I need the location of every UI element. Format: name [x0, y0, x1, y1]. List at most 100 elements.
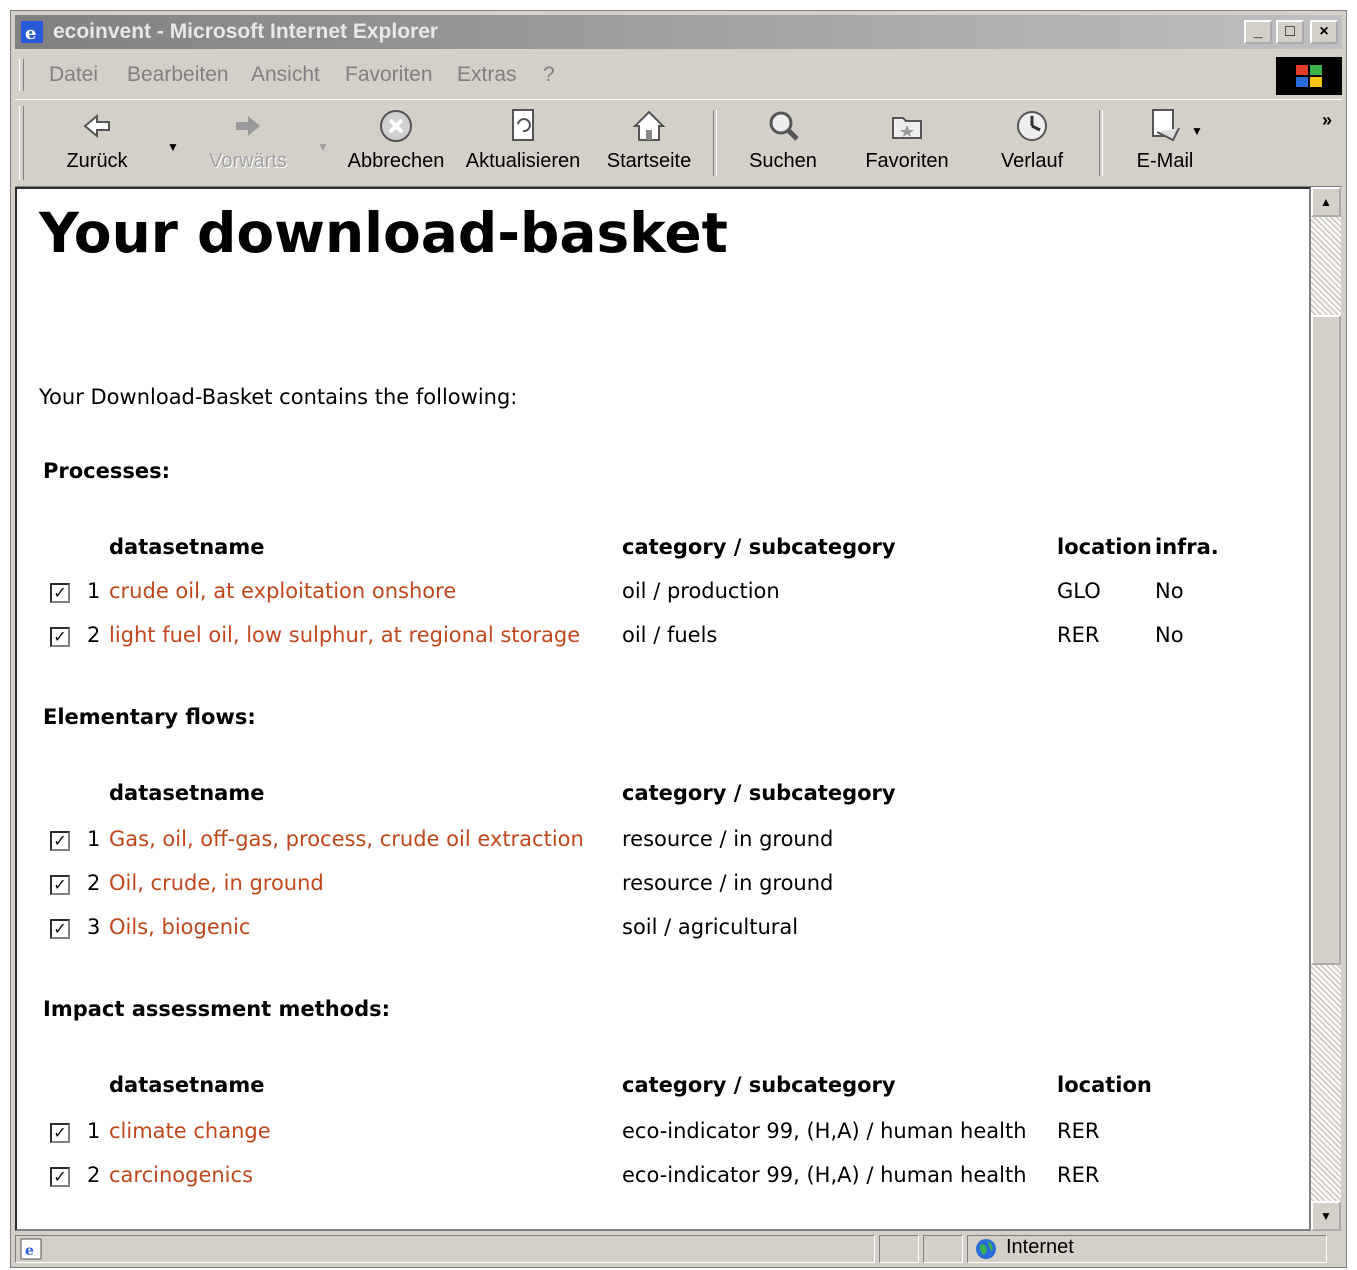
row-checkbox[interactable]: ✓: [50, 919, 70, 939]
row-checkbox[interactable]: ✓: [50, 627, 70, 647]
scroll-down-icon[interactable]: ▼: [1311, 1201, 1341, 1231]
table-row: ✓ 1 climate change eco-indicator 99, (H,…: [17, 1117, 1307, 1157]
processes-col-category: category / subcategory: [622, 535, 896, 559]
ie-icon: e: [21, 21, 43, 43]
mail-dropdown-icon[interactable]: ▼: [1191, 124, 1203, 138]
refresh-label: Aktualisieren: [465, 150, 581, 172]
flows-col-name: datasetname: [109, 781, 265, 805]
table-row: ✓ 2 light fuel oil, low sulphur, at regi…: [17, 621, 1307, 661]
dataset-link[interactable]: light fuel oil, low sulphur, at regional…: [109, 623, 580, 647]
flows-title: Elementary flows:: [43, 705, 256, 729]
processes-col-name: datasetname: [109, 535, 265, 559]
status-bar: e Internet: [15, 1233, 1342, 1265]
menu-favoriten[interactable]: Favoriten: [345, 63, 433, 87]
forward-arrow-icon: [236, 116, 260, 136]
dataset-link[interactable]: carcinogenics: [109, 1163, 253, 1187]
dataset-link[interactable]: Oils, biogenic: [109, 915, 250, 939]
page-title: Your download-basket: [39, 201, 728, 265]
close-button[interactable]: ×: [1310, 20, 1338, 44]
table-row: ✓ 1 crude oil, at exploitation onshore o…: [17, 577, 1307, 617]
mail-icon: [1152, 109, 1180, 142]
flows-col-category: category / subcategory: [622, 781, 896, 805]
row-infra: No: [1155, 623, 1184, 647]
refresh-button[interactable]: Aktualisieren: [461, 106, 585, 182]
search-label: Suchen: [749, 150, 817, 172]
stop-label: Abbrechen: [347, 150, 445, 172]
maximize-button[interactable]: □: [1276, 20, 1304, 44]
status-cell: [923, 1235, 963, 1263]
stop-icon: [380, 110, 412, 142]
refresh-icon: [512, 109, 534, 141]
stop-button[interactable]: Abbrechen: [341, 106, 451, 182]
back-button[interactable]: Zurück: [57, 106, 137, 182]
globe-icon: [976, 1239, 996, 1259]
toolbar-grip[interactable]: [19, 106, 24, 180]
scroll-up-icon[interactable]: ▲: [1311, 187, 1341, 217]
favorites-button[interactable]: Favoriten: [857, 106, 957, 182]
menu-grip[interactable]: [19, 59, 24, 91]
dataset-link[interactable]: Gas, oil, off-gas, process, crude oil ex…: [109, 827, 584, 851]
history-label: Verlauf: [1000, 150, 1064, 172]
row-number: 1: [87, 579, 101, 603]
row-checkbox[interactable]: ✓: [50, 875, 70, 895]
forward-dropdown-icon[interactable]: ▼: [317, 140, 329, 154]
home-icon: [632, 110, 666, 141]
row-number: 1: [87, 827, 101, 851]
status-zone: Internet: [967, 1235, 1327, 1263]
vertical-scrollbar[interactable]: ▲ ▼: [1311, 187, 1341, 1231]
browser-window: e ecoinvent - Microsoft Internet Explore…: [10, 10, 1347, 1268]
forward-label: Vorwärts: [209, 150, 287, 172]
mail-button[interactable]: E-Mail: [1123, 106, 1207, 182]
minimize-button[interactable]: _: [1244, 20, 1272, 44]
search-button[interactable]: Suchen: [741, 106, 825, 182]
home-button[interactable]: Startseite: [599, 106, 699, 182]
menu-datei[interactable]: Datei: [49, 63, 98, 87]
window-title: ecoinvent - Microsoft Internet Explorer: [53, 20, 439, 43]
toolbar: Zurück ▼ Vorwärts ▼ Abbrechen Aktualisie…: [15, 99, 1342, 187]
svg-text:e: e: [25, 23, 36, 43]
row-checkbox[interactable]: ✓: [50, 1123, 70, 1143]
row-checkbox[interactable]: ✓: [50, 583, 70, 603]
title-bar: e ecoinvent - Microsoft Internet Explore…: [15, 15, 1342, 49]
windows-logo: [1276, 57, 1342, 95]
back-dropdown-icon[interactable]: ▼: [167, 140, 179, 154]
methods-title: Impact assessment methods:: [43, 997, 391, 1021]
menu-bearbeiten[interactable]: Bearbeiten: [127, 63, 229, 87]
page-content: Your download-basket Your Download-Baske…: [15, 187, 1311, 1231]
menu-bar: Datei Bearbeiten Ansicht Favoriten Extra…: [15, 55, 1342, 95]
dataset-link[interactable]: crude oil, at exploitation onshore: [109, 579, 456, 603]
row-number: 2: [87, 1163, 101, 1187]
table-row: ✓ 2 Oil, crude, in ground resource / in …: [17, 869, 1307, 909]
status-zone-label: Internet: [1006, 1236, 1074, 1258]
methods-col-name: datasetname: [109, 1073, 265, 1097]
more-chevron-icon[interactable]: »: [1322, 110, 1332, 131]
favorites-label: Favoriten: [865, 150, 949, 172]
row-location: GLO: [1057, 579, 1101, 603]
row-location: RER: [1057, 1163, 1100, 1187]
status-cell: [879, 1235, 919, 1263]
home-label: Startseite: [606, 150, 692, 172]
row-category: oil / fuels: [622, 623, 718, 647]
methods-col-location: location: [1057, 1073, 1152, 1097]
forward-button[interactable]: Vorwärts: [203, 106, 293, 182]
dataset-link[interactable]: climate change: [109, 1119, 271, 1143]
svg-text:e: e: [25, 1243, 34, 1259]
intro-text: Your Download-Basket contains the follow…: [39, 385, 518, 409]
row-checkbox[interactable]: ✓: [50, 831, 70, 851]
row-location: RER: [1057, 623, 1100, 647]
page-icon: e: [20, 1238, 42, 1260]
menu-ansicht[interactable]: Ansicht: [251, 63, 320, 87]
processes-col-infra: infra.: [1155, 535, 1219, 559]
back-arrow-icon: [83, 113, 110, 139]
row-checkbox[interactable]: ✓: [50, 1167, 70, 1187]
menu-help[interactable]: ?: [543, 63, 555, 87]
scroll-thumb[interactable]: [1311, 315, 1341, 965]
history-button[interactable]: Verlauf: [987, 106, 1077, 182]
search-icon: [769, 111, 799, 141]
row-infra: No: [1155, 579, 1184, 603]
processes-col-location: location: [1057, 535, 1152, 559]
table-row: ✓ 3 Oils, biogenic soil / agricultural: [17, 913, 1307, 953]
menu-extras[interactable]: Extras: [457, 63, 517, 87]
table-row: ✓ 1 Gas, oil, off-gas, process, crude oi…: [17, 825, 1307, 865]
dataset-link[interactable]: Oil, crude, in ground: [109, 871, 324, 895]
